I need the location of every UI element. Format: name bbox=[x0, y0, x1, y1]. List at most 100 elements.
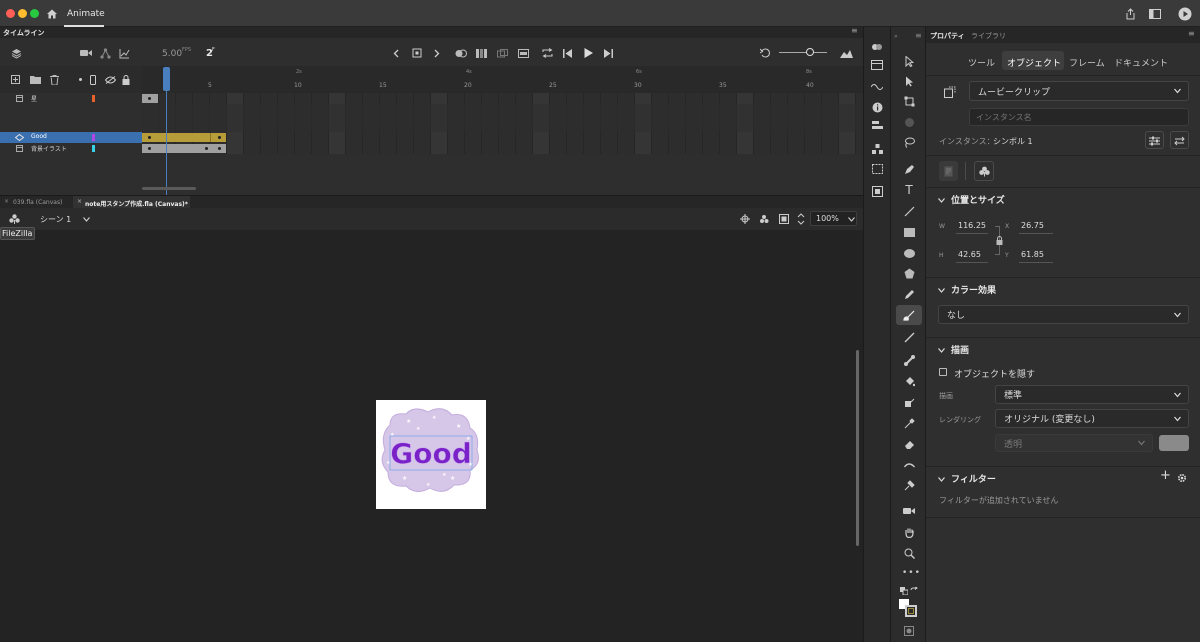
tab-tool[interactable]: ツール bbox=[968, 56, 995, 69]
insert-frame-icon[interactable] bbox=[517, 47, 530, 59]
tools-collapse-icon[interactable]: » bbox=[894, 33, 898, 40]
timeline-zoom-track[interactable] bbox=[779, 52, 827, 53]
snap-icon[interactable] bbox=[739, 213, 750, 224]
step-forward-icon[interactable] bbox=[602, 47, 614, 59]
onion-skin-icon[interactable] bbox=[454, 47, 467, 59]
play-icon[interactable] bbox=[582, 47, 594, 59]
stage[interactable]: ★ ★ ★ ★ ★ ★ ★ ★ ★ ★ ★ ★ Good bbox=[376, 400, 486, 509]
frame-span[interactable] bbox=[142, 144, 226, 153]
render-select[interactable]: オリジナル (変更なし) bbox=[995, 409, 1189, 428]
bone-tool-icon[interactable] bbox=[903, 354, 915, 366]
free-transform-tool-icon[interactable] bbox=[903, 95, 915, 107]
color-effect-select[interactable]: なし bbox=[938, 305, 1189, 324]
graph-icon[interactable] bbox=[118, 47, 130, 59]
new-layer-icon[interactable] bbox=[10, 74, 21, 85]
pin-tool-icon[interactable] bbox=[903, 479, 915, 491]
edit-symbol-button[interactable] bbox=[939, 161, 958, 181]
eraser-tool-icon[interactable] bbox=[903, 438, 915, 450]
default-colors-icon[interactable] bbox=[899, 586, 909, 596]
code-snippets-icon[interactable] bbox=[870, 185, 884, 197]
reset-zoom-icon[interactable] bbox=[759, 47, 771, 59]
edit-symbols-icon[interactable] bbox=[758, 213, 771, 224]
pencil-tool-icon[interactable] bbox=[903, 288, 915, 300]
tools-menu-icon[interactable]: ≡ bbox=[915, 31, 922, 40]
test-movie-icon[interactable] bbox=[1177, 6, 1192, 21]
brush-tool-active[interactable] bbox=[896, 305, 922, 325]
components-icon[interactable] bbox=[870, 143, 884, 155]
rotate-stage-icon[interactable] bbox=[796, 212, 806, 225]
eye-hidden-icon[interactable] bbox=[104, 74, 116, 85]
polystar-tool-icon[interactable] bbox=[903, 267, 915, 279]
canvas-scrollbar[interactable] bbox=[856, 350, 859, 546]
edit-multiple-frames-icon[interactable] bbox=[475, 47, 488, 59]
layer-name[interactable]: Good bbox=[31, 133, 47, 140]
fps-value[interactable]: 5.00 bbox=[162, 49, 182, 59]
layer-parenting-icon[interactable] bbox=[99, 47, 111, 59]
scene-symbol-button[interactable] bbox=[974, 161, 994, 181]
lock-icon[interactable] bbox=[121, 74, 131, 85]
chevron-right-icon[interactable] bbox=[432, 47, 442, 59]
chevron-down-icon[interactable] bbox=[937, 286, 945, 294]
playhead-handle[interactable] bbox=[163, 67, 170, 91]
swap-symbol-button[interactable] bbox=[1170, 131, 1189, 149]
stage-text[interactable]: Good bbox=[390, 437, 472, 471]
zoom-select[interactable]: 100% bbox=[810, 211, 857, 226]
camera-icon[interactable] bbox=[79, 47, 92, 59]
motion-tween-span[interactable] bbox=[142, 133, 226, 142]
outline-icon[interactable] bbox=[89, 74, 97, 85]
selection-tool-icon[interactable] bbox=[903, 55, 915, 67]
chevron-down-icon[interactable] bbox=[937, 475, 945, 483]
scene-icon[interactable] bbox=[8, 213, 20, 225]
assets-icon[interactable] bbox=[870, 41, 884, 53]
hand-tool-icon[interactable] bbox=[903, 526, 915, 538]
doc-tab-label[interactable]: note用スタンプ作成.fla (Canvas)* bbox=[85, 199, 188, 208]
swap-colors-icon[interactable] bbox=[909, 586, 919, 596]
add-filter-icon[interactable]: + bbox=[1160, 468, 1171, 483]
doc-tab-label[interactable]: 039.fla (Canvas) bbox=[13, 199, 62, 206]
loop-range-icon[interactable] bbox=[496, 47, 509, 59]
symbol-type-select[interactable]: ムービークリップ bbox=[969, 81, 1189, 101]
layer-color-swatch[interactable] bbox=[92, 134, 95, 141]
fluid-brush-tool-icon[interactable] bbox=[903, 331, 915, 343]
clip-canvas-icon[interactable] bbox=[778, 213, 790, 224]
eyedropper-tool-icon[interactable] bbox=[903, 417, 915, 429]
tab-frame[interactable]: フレーム bbox=[1069, 56, 1105, 69]
tab-object-active[interactable]: オブジェクト bbox=[1002, 51, 1064, 70]
x-field[interactable]: 26.75 bbox=[1021, 221, 1044, 230]
window-zoom-button[interactable] bbox=[30, 9, 39, 18]
lasso-tool-icon[interactable] bbox=[903, 136, 915, 148]
paint-bucket-tool-icon[interactable] bbox=[903, 375, 915, 387]
w-field[interactable]: 116.25 bbox=[958, 221, 986, 230]
chevron-down-icon[interactable] bbox=[937, 196, 945, 204]
zoom-tool-icon[interactable] bbox=[903, 547, 915, 559]
panel-layout-icon[interactable] bbox=[1148, 8, 1161, 20]
subselection-tool-icon[interactable] bbox=[903, 75, 915, 87]
step-back-icon[interactable] bbox=[562, 47, 574, 59]
hide-object-label[interactable]: オブジェクトを隠す bbox=[954, 367, 1035, 380]
instance-value[interactable]: シンボル 1 bbox=[993, 136, 1033, 147]
camera-tool-icon[interactable] bbox=[903, 505, 915, 517]
keyframe[interactable] bbox=[142, 94, 158, 103]
library-panel-icon[interactable] bbox=[870, 59, 884, 71]
highlight-dot-icon[interactable] bbox=[79, 78, 82, 81]
y-field[interactable]: 61.85 bbox=[1021, 250, 1044, 259]
layer-row[interactable]: 背景イラスト bbox=[0, 143, 142, 154]
layer-color-swatch[interactable] bbox=[92, 95, 95, 102]
window-close-button[interactable] bbox=[6, 9, 15, 18]
timeline-zoom-thumb[interactable] bbox=[806, 48, 814, 56]
object-drawing-icon[interactable] bbox=[903, 625, 915, 637]
tab-close-icon[interactable]: × bbox=[4, 198, 9, 205]
width-tool-icon[interactable] bbox=[903, 459, 915, 471]
scene-label[interactable]: シーン 1 bbox=[40, 214, 71, 225]
transform-icon[interactable] bbox=[870, 163, 884, 175]
align-icon[interactable] bbox=[870, 119, 884, 131]
timeline-scrollbar[interactable] bbox=[142, 187, 196, 190]
panel-menu-icon[interactable]: ≡ bbox=[1188, 29, 1195, 38]
share-icon[interactable] bbox=[1124, 8, 1136, 20]
layer-name[interactable]: 星 bbox=[31, 94, 37, 103]
text-tool-icon[interactable]: T bbox=[903, 183, 915, 197]
ink-bottle-tool-icon[interactable] bbox=[903, 396, 915, 408]
timeline-ruler[interactable]: 2s 4s 6s 8s 5 10 15 20 25 30 35 40 bbox=[142, 66, 863, 93]
motion-presets-icon[interactable] bbox=[870, 81, 884, 93]
line-tool-icon[interactable] bbox=[903, 205, 915, 217]
